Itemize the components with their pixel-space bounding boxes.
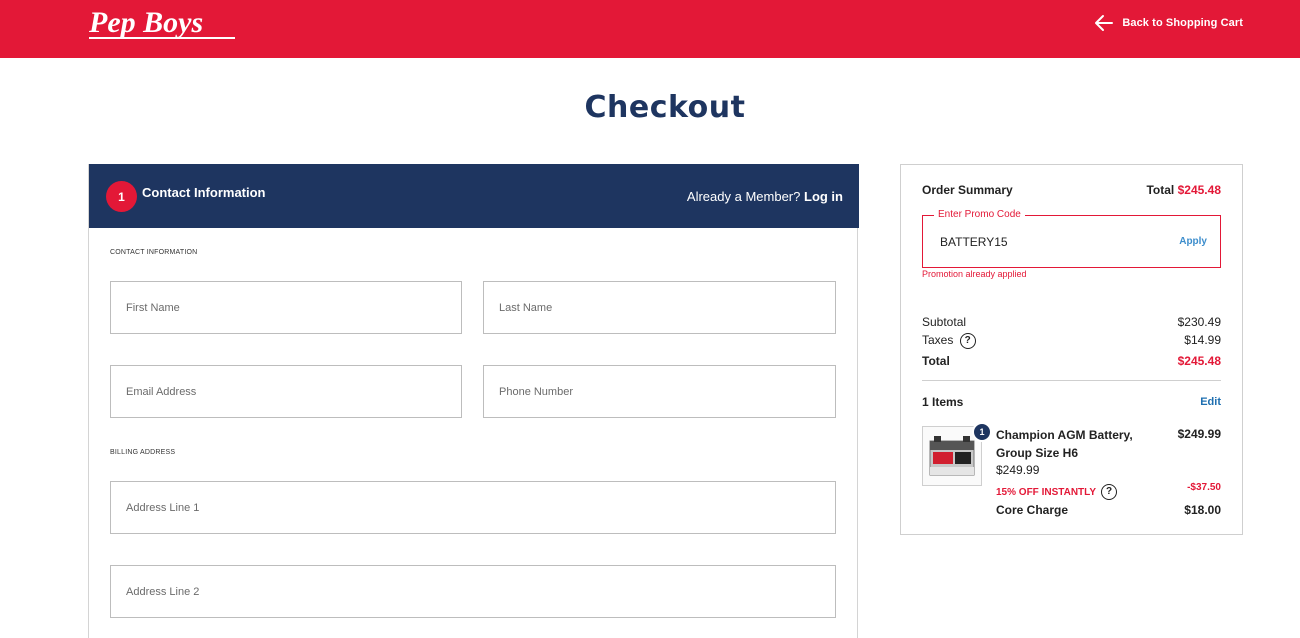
core-charge-label: Core Charge [996, 503, 1069, 517]
quantity-badge: 1 [972, 422, 992, 442]
address-line-2-input[interactable] [111, 566, 835, 617]
page-title: Checkout [584, 90, 746, 125]
last-name-field[interactable] [483, 281, 836, 334]
apply-promo-button[interactable]: Apply [1179, 236, 1207, 247]
order-summary-title: Order Summary [922, 183, 1013, 197]
back-to-cart-link[interactable]: Back to Shopping Cart [1094, 12, 1243, 34]
step-badge: 1 [106, 181, 137, 212]
items-count: 1 Items [922, 395, 964, 409]
question-circle-icon[interactable]: ? [959, 333, 976, 349]
product-unit-price: $249.99 [996, 463, 1040, 477]
contact-section-label: CONTACT INFORMATION [110, 249, 198, 256]
address-line-2-field[interactable] [110, 565, 836, 618]
product-name[interactable]: Champion AGM Battery, Group Size H6 [996, 426, 1146, 462]
top-header: Pep Boys Back to Shopping Cart [0, 0, 1300, 58]
grand-total-value: $245.48 [1177, 354, 1221, 368]
promo-code-value[interactable]: BATTERY15 [940, 235, 1008, 249]
total-amount: $245.48 [1177, 183, 1221, 197]
pep-boys-logo[interactable]: Pep Boys [87, 6, 239, 42]
summary-divider [922, 380, 1221, 381]
discount-label: 15% OFF INSTANTLY ? [996, 484, 1118, 500]
discount-text: 15% OFF INSTANTLY [996, 486, 1097, 498]
taxes-row: Taxes ? $14.99 [922, 333, 1221, 349]
phone-field[interactable] [483, 365, 836, 418]
question-circle-icon[interactable]: ? [1101, 484, 1118, 500]
address-line-1-input[interactable] [111, 482, 835, 533]
contact-title: Contact Information [142, 185, 266, 200]
last-name-input[interactable] [484, 282, 835, 333]
grand-total-label: Total [922, 354, 950, 368]
promo-code-field[interactable]: Enter Promo Code BATTERY15 Apply [922, 209, 1221, 268]
total-label: Total [1146, 183, 1175, 197]
member-prompt-text: Already a Member? [686, 189, 801, 204]
member-prompt: Already a Member? Log in [687, 189, 843, 204]
subtotal-label: Subtotal [922, 315, 967, 329]
taxes-value: $14.99 [1184, 333, 1221, 347]
arrow-left-icon [1095, 15, 1114, 31]
subtotal-row: Subtotal $230.49 [922, 315, 1221, 329]
product-line-price: $249.99 [1177, 427, 1221, 441]
promo-message: Promotion already applied [922, 269, 1027, 279]
phone-input[interactable] [484, 366, 835, 417]
address-line-1-field[interactable] [110, 481, 836, 534]
logo-text: Pep Boys [88, 6, 203, 39]
edit-items-link[interactable]: Edit [1200, 396, 1221, 408]
email-field[interactable] [110, 365, 462, 418]
taxes-label: Taxes [922, 333, 954, 348]
grand-total-row: Total $245.48 [922, 354, 1221, 368]
discount-value: -$37.50 [1187, 482, 1221, 493]
core-charge-value: $18.00 [1184, 503, 1221, 517]
email-input[interactable] [111, 366, 461, 417]
first-name-input[interactable] [111, 282, 461, 333]
subtotal-value: $230.49 [1177, 315, 1221, 329]
back-to-cart-label: Back to Shopping Cart [1122, 17, 1243, 29]
billing-section-label: BILLING ADDRESS [110, 449, 176, 456]
first-name-field[interactable] [110, 281, 462, 334]
promo-code-legend: Enter Promo Code [934, 209, 1025, 220]
login-link[interactable]: Log in [804, 189, 843, 204]
contact-header: 1 Contact Information Already a Member? … [89, 164, 859, 228]
order-summary-panel: Order Summary Total $245.48 Enter Promo … [900, 164, 1243, 535]
contact-panel: 1 Contact Information Already a Member? … [88, 164, 859, 638]
order-summary-total: Total $245.48 [1146, 183, 1221, 197]
